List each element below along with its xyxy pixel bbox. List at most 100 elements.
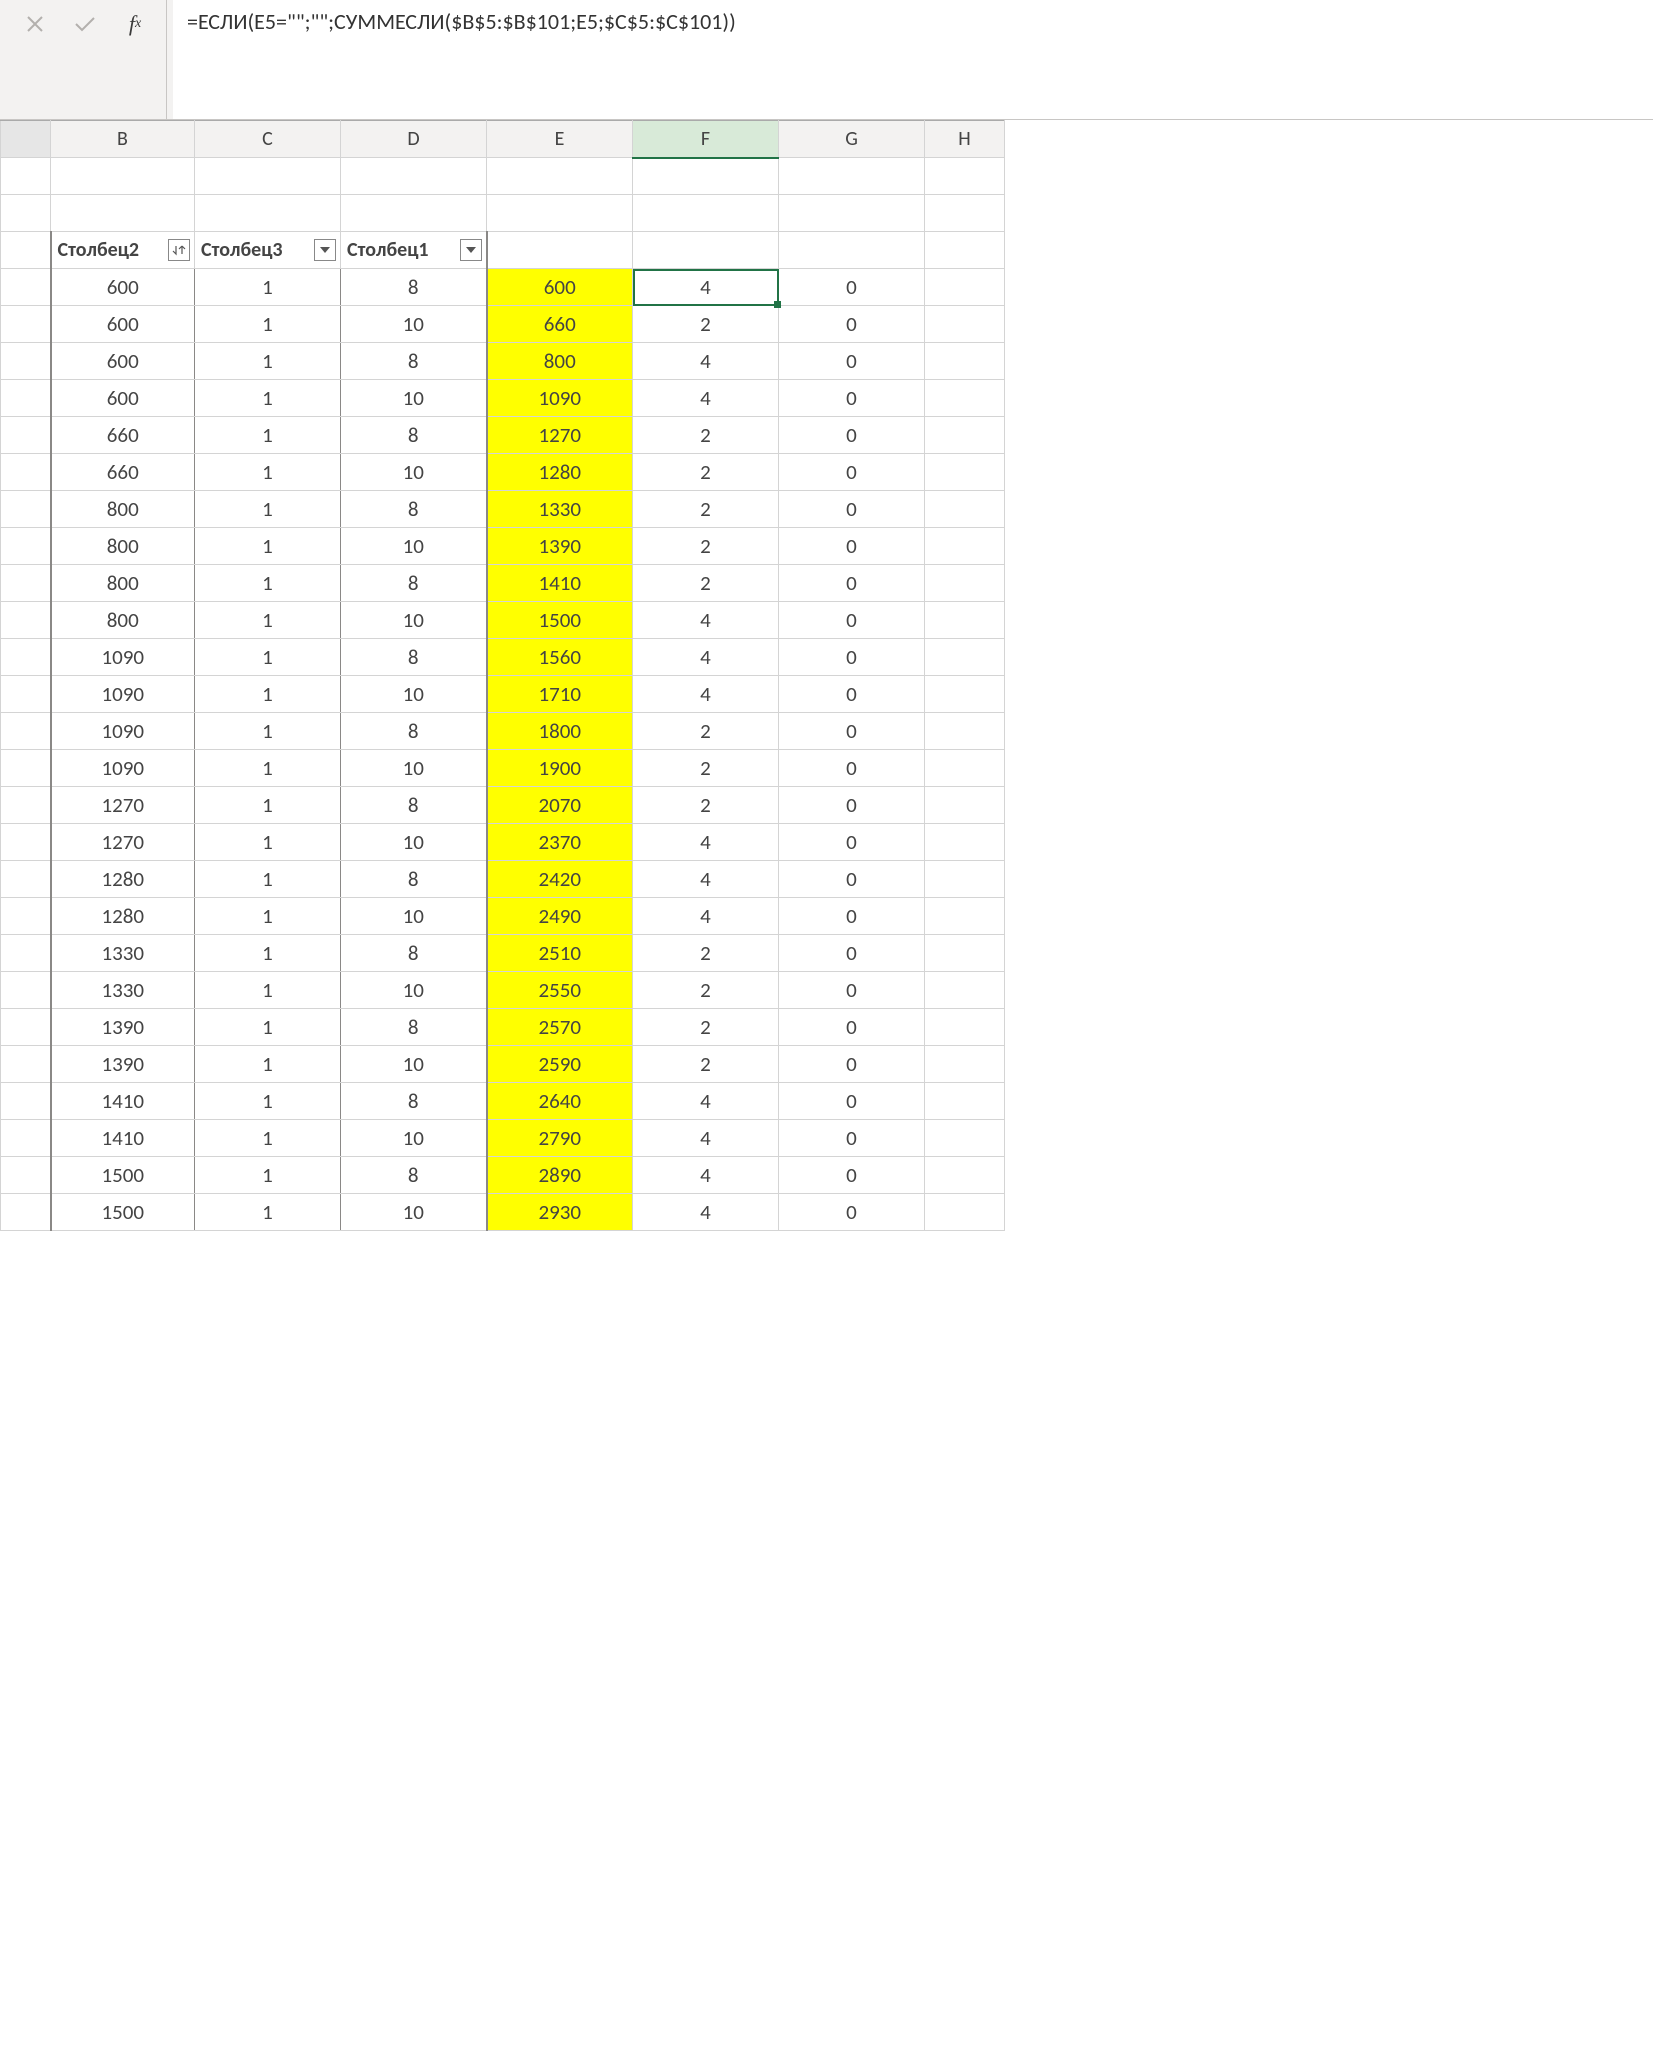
cell-g[interactable]: 0 [779, 491, 925, 528]
cell-b[interactable]: 660 [51, 454, 195, 491]
cell-c[interactable]: 1 [195, 787, 341, 824]
cell-h[interactable] [925, 972, 1005, 1009]
cell-f[interactable]: 2 [633, 935, 779, 972]
cell-d[interactable]: 10 [341, 528, 487, 565]
cell-f[interactable]: 4 [633, 676, 779, 713]
cell-c[interactable]: 1 [195, 306, 341, 343]
table-header-col3[interactable]: Столбец3 [195, 232, 341, 269]
cell-b[interactable]: 1410 [51, 1083, 195, 1120]
cell-g[interactable]: 0 [779, 565, 925, 602]
cell-b[interactable]: 1390 [51, 1046, 195, 1083]
cell-f[interactable]: 2 [633, 306, 779, 343]
cell-d[interactable]: 10 [341, 824, 487, 861]
column-header-C[interactable]: C [195, 121, 341, 158]
cell-d[interactable]: 8 [341, 861, 487, 898]
cell-b[interactable]: 1500 [51, 1157, 195, 1194]
cell-e[interactable]: 1410 [487, 565, 633, 602]
cell-e[interactable]: 2640 [487, 1083, 633, 1120]
column-header-E[interactable]: E [487, 121, 633, 158]
cell-e[interactable]: 2790 [487, 1120, 633, 1157]
confirm-formula-button[interactable] [60, 4, 110, 44]
cell-f[interactable]: 4 [633, 1194, 779, 1231]
cell-f[interactable]: 2 [633, 1046, 779, 1083]
cell-g[interactable]: 0 [779, 269, 925, 306]
cell-b[interactable]: 660 [51, 417, 195, 454]
cell-b[interactable]: 1090 [51, 639, 195, 676]
cell-d[interactable]: 8 [341, 565, 487, 602]
cell-c[interactable]: 1 [195, 861, 341, 898]
cell-f[interactable]: 4 [633, 861, 779, 898]
cell-e[interactable]: 2490 [487, 898, 633, 935]
cell-d[interactable]: 8 [341, 1009, 487, 1046]
cell-c[interactable]: 1 [195, 1009, 341, 1046]
cell-f[interactable]: 2 [633, 417, 779, 454]
sort-filter-icon[interactable] [168, 239, 190, 261]
cell-d[interactable]: 8 [341, 639, 487, 676]
cell-g[interactable]: 0 [779, 1009, 925, 1046]
cell-f[interactable]: 2 [633, 528, 779, 565]
cell-h[interactable] [925, 380, 1005, 417]
cell-d[interactable]: 8 [341, 787, 487, 824]
cell-c[interactable]: 1 [195, 417, 341, 454]
cell-g[interactable]: 0 [779, 343, 925, 380]
cell-h[interactable] [925, 269, 1005, 306]
select-all-corner[interactable] [1, 121, 51, 158]
cell-b[interactable]: 800 [51, 565, 195, 602]
cell-f[interactable]: 2 [633, 491, 779, 528]
cell-b[interactable]: 1330 [51, 935, 195, 972]
cell-b[interactable]: 1270 [51, 787, 195, 824]
cell-h[interactable] [925, 565, 1005, 602]
cell-c[interactable]: 1 [195, 935, 341, 972]
cell-f[interactable]: 4 [633, 824, 779, 861]
cell-f[interactable]: 4 [633, 269, 779, 306]
cell-d[interactable]: 8 [341, 343, 487, 380]
cell-e[interactable]: 660 [487, 306, 633, 343]
cell-h[interactable] [925, 454, 1005, 491]
cell-d[interactable]: 10 [341, 1194, 487, 1231]
cell-e[interactable]: 1560 [487, 639, 633, 676]
cell-e[interactable]: 1270 [487, 417, 633, 454]
cell-f[interactable]: 4 [633, 898, 779, 935]
cell-c[interactable]: 1 [195, 343, 341, 380]
cell-c[interactable]: 1 [195, 602, 341, 639]
cell-h[interactable] [925, 417, 1005, 454]
cell-g[interactable]: 0 [779, 417, 925, 454]
cell-f[interactable]: 2 [633, 972, 779, 1009]
cell-c[interactable]: 1 [195, 380, 341, 417]
cell-b[interactable]: 800 [51, 528, 195, 565]
cell-b[interactable]: 600 [51, 380, 195, 417]
cell-e[interactable]: 1710 [487, 676, 633, 713]
cell-h[interactable] [925, 306, 1005, 343]
cell-e[interactable]: 2570 [487, 1009, 633, 1046]
cell-b[interactable]: 1270 [51, 824, 195, 861]
cell-b[interactable]: 600 [51, 306, 195, 343]
cell-e[interactable]: 1500 [487, 602, 633, 639]
cell-f[interactable]: 2 [633, 565, 779, 602]
cell-d[interactable]: 10 [341, 676, 487, 713]
cell-h[interactable] [925, 824, 1005, 861]
cell-g[interactable]: 0 [779, 306, 925, 343]
cell-e[interactable]: 2550 [487, 972, 633, 1009]
cell-d[interactable]: 8 [341, 713, 487, 750]
insert-function-button[interactable]: fx [110, 4, 160, 44]
cell-f[interactable]: 4 [633, 1120, 779, 1157]
cell-e[interactable]: 2890 [487, 1157, 633, 1194]
cell-f[interactable]: 4 [633, 380, 779, 417]
cell-f[interactable]: 2 [633, 454, 779, 491]
cell-h[interactable] [925, 602, 1005, 639]
cell-e[interactable]: 1900 [487, 750, 633, 787]
cell-g[interactable]: 0 [779, 602, 925, 639]
cell-e[interactable]: 1800 [487, 713, 633, 750]
cell-h[interactable] [925, 1009, 1005, 1046]
column-header-G[interactable]: G [779, 121, 925, 158]
cell-b[interactable]: 600 [51, 343, 195, 380]
cell-d[interactable]: 10 [341, 380, 487, 417]
cell-b[interactable]: 800 [51, 602, 195, 639]
cell-c[interactable]: 1 [195, 898, 341, 935]
table-header-col1[interactable]: Столбец1 [341, 232, 487, 269]
cell-c[interactable]: 1 [195, 824, 341, 861]
cell-d[interactable]: 10 [341, 1046, 487, 1083]
formula-input[interactable] [173, 0, 1653, 119]
cell-g[interactable]: 0 [779, 1120, 925, 1157]
filter-dropdown-icon[interactable] [460, 239, 482, 261]
